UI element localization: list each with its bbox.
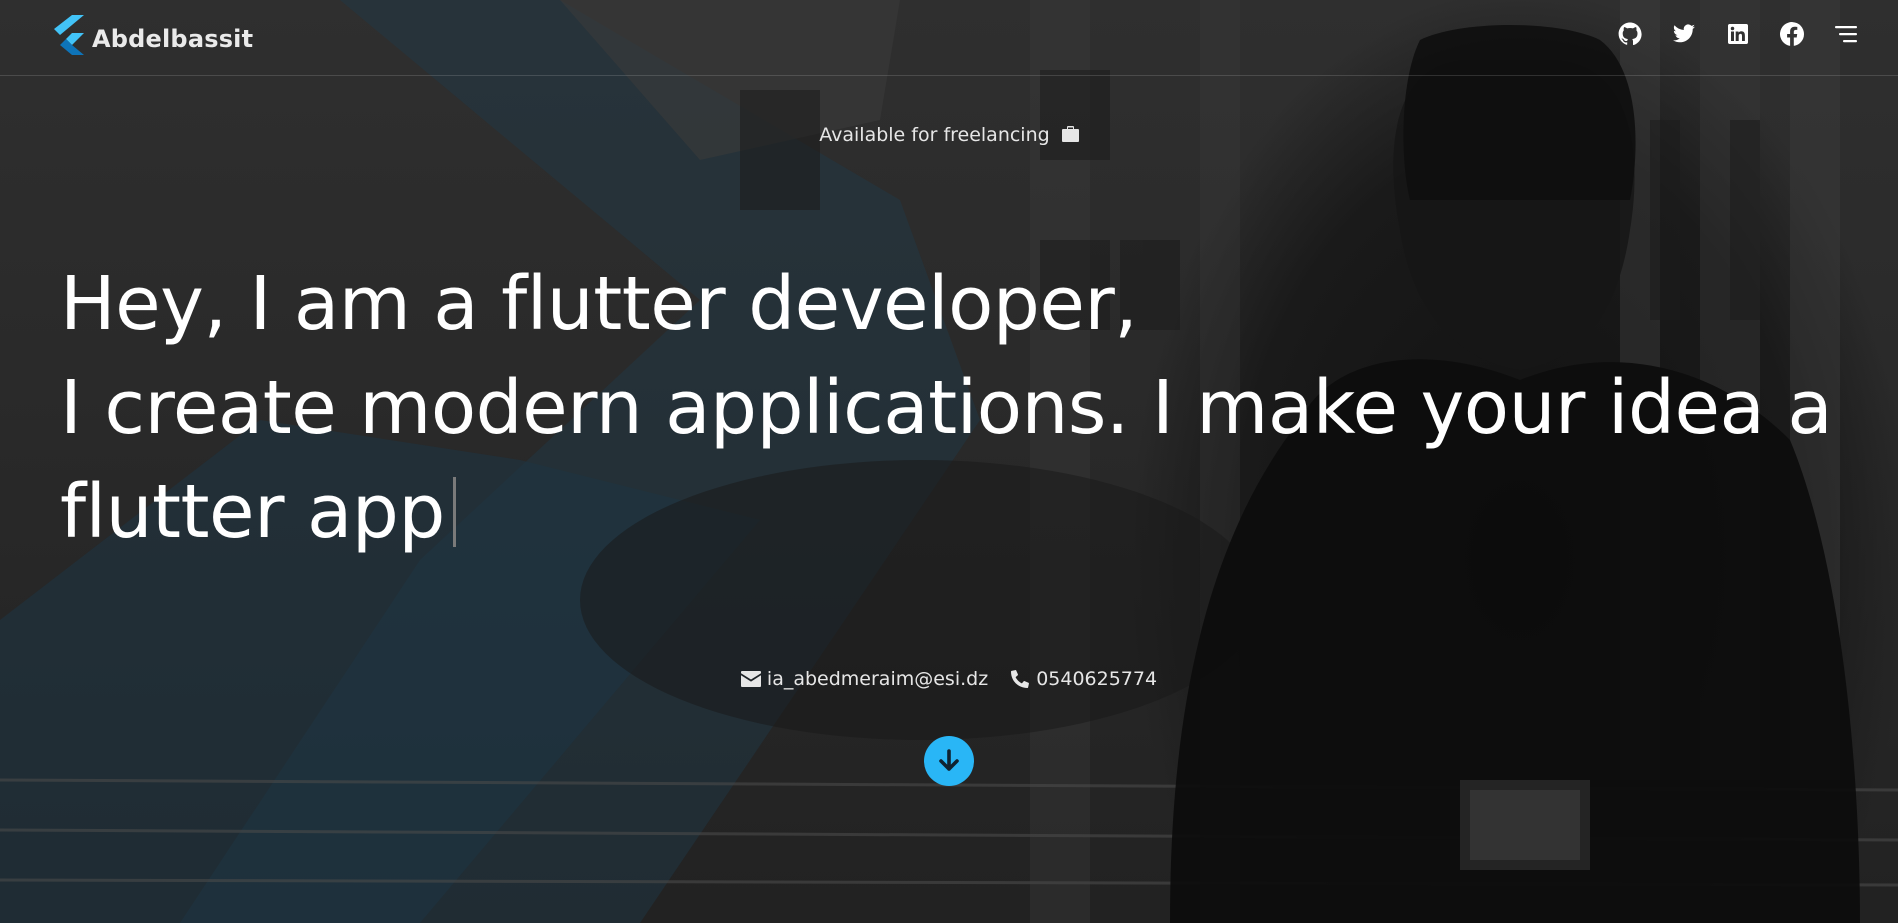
phone-text: 0540625774: [1036, 668, 1158, 690]
page: Abdelbassit Available for freelancing He…: [0, 0, 1898, 923]
headline-line-3: flutter app: [60, 469, 445, 555]
brand-link[interactable]: Abdelbassit: [52, 14, 253, 56]
social-links: [1618, 22, 1858, 46]
github-icon[interactable]: [1618, 22, 1642, 46]
headline-line-2: I create modern applications. I make you…: [60, 365, 1833, 451]
envelope-icon: [740, 671, 761, 687]
arrow-down-icon: [939, 749, 959, 771]
email-text: ia_abedmeraim@esi.dz: [766, 668, 989, 690]
phone-link[interactable]: 0540625774: [1010, 668, 1157, 690]
brand-name: Abdelbassit: [92, 25, 254, 53]
twitter-icon[interactable]: [1672, 22, 1696, 46]
contact-row: ia_abedmeraim@esi.dz 0540625774: [0, 668, 1898, 690]
availability-label: Available for freelancing: [819, 124, 1050, 146]
hero-headline: Hey, I am a flutter developer, I create …: [60, 252, 1833, 564]
linkedin-icon[interactable]: [1726, 22, 1750, 46]
flutter-logo-icon: [54, 15, 84, 55]
headline-line-1: Hey, I am a flutter developer,: [60, 261, 1138, 347]
phone-icon: [1011, 670, 1030, 688]
headline-line-3-wrap: flutter app: [60, 460, 1760, 564]
facebook-icon[interactable]: [1780, 22, 1804, 46]
availability-text-row: Available for freelancing: [0, 124, 1898, 146]
briefcase-icon: [1061, 126, 1079, 142]
typing-cursor: [452, 477, 456, 547]
scroll-down-button[interactable]: [924, 736, 974, 786]
email-link[interactable]: ia_abedmeraim@esi.dz: [740, 668, 989, 690]
navbar: Abdelbassit: [0, 0, 1898, 76]
menu-icon[interactable]: [1834, 22, 1858, 46]
